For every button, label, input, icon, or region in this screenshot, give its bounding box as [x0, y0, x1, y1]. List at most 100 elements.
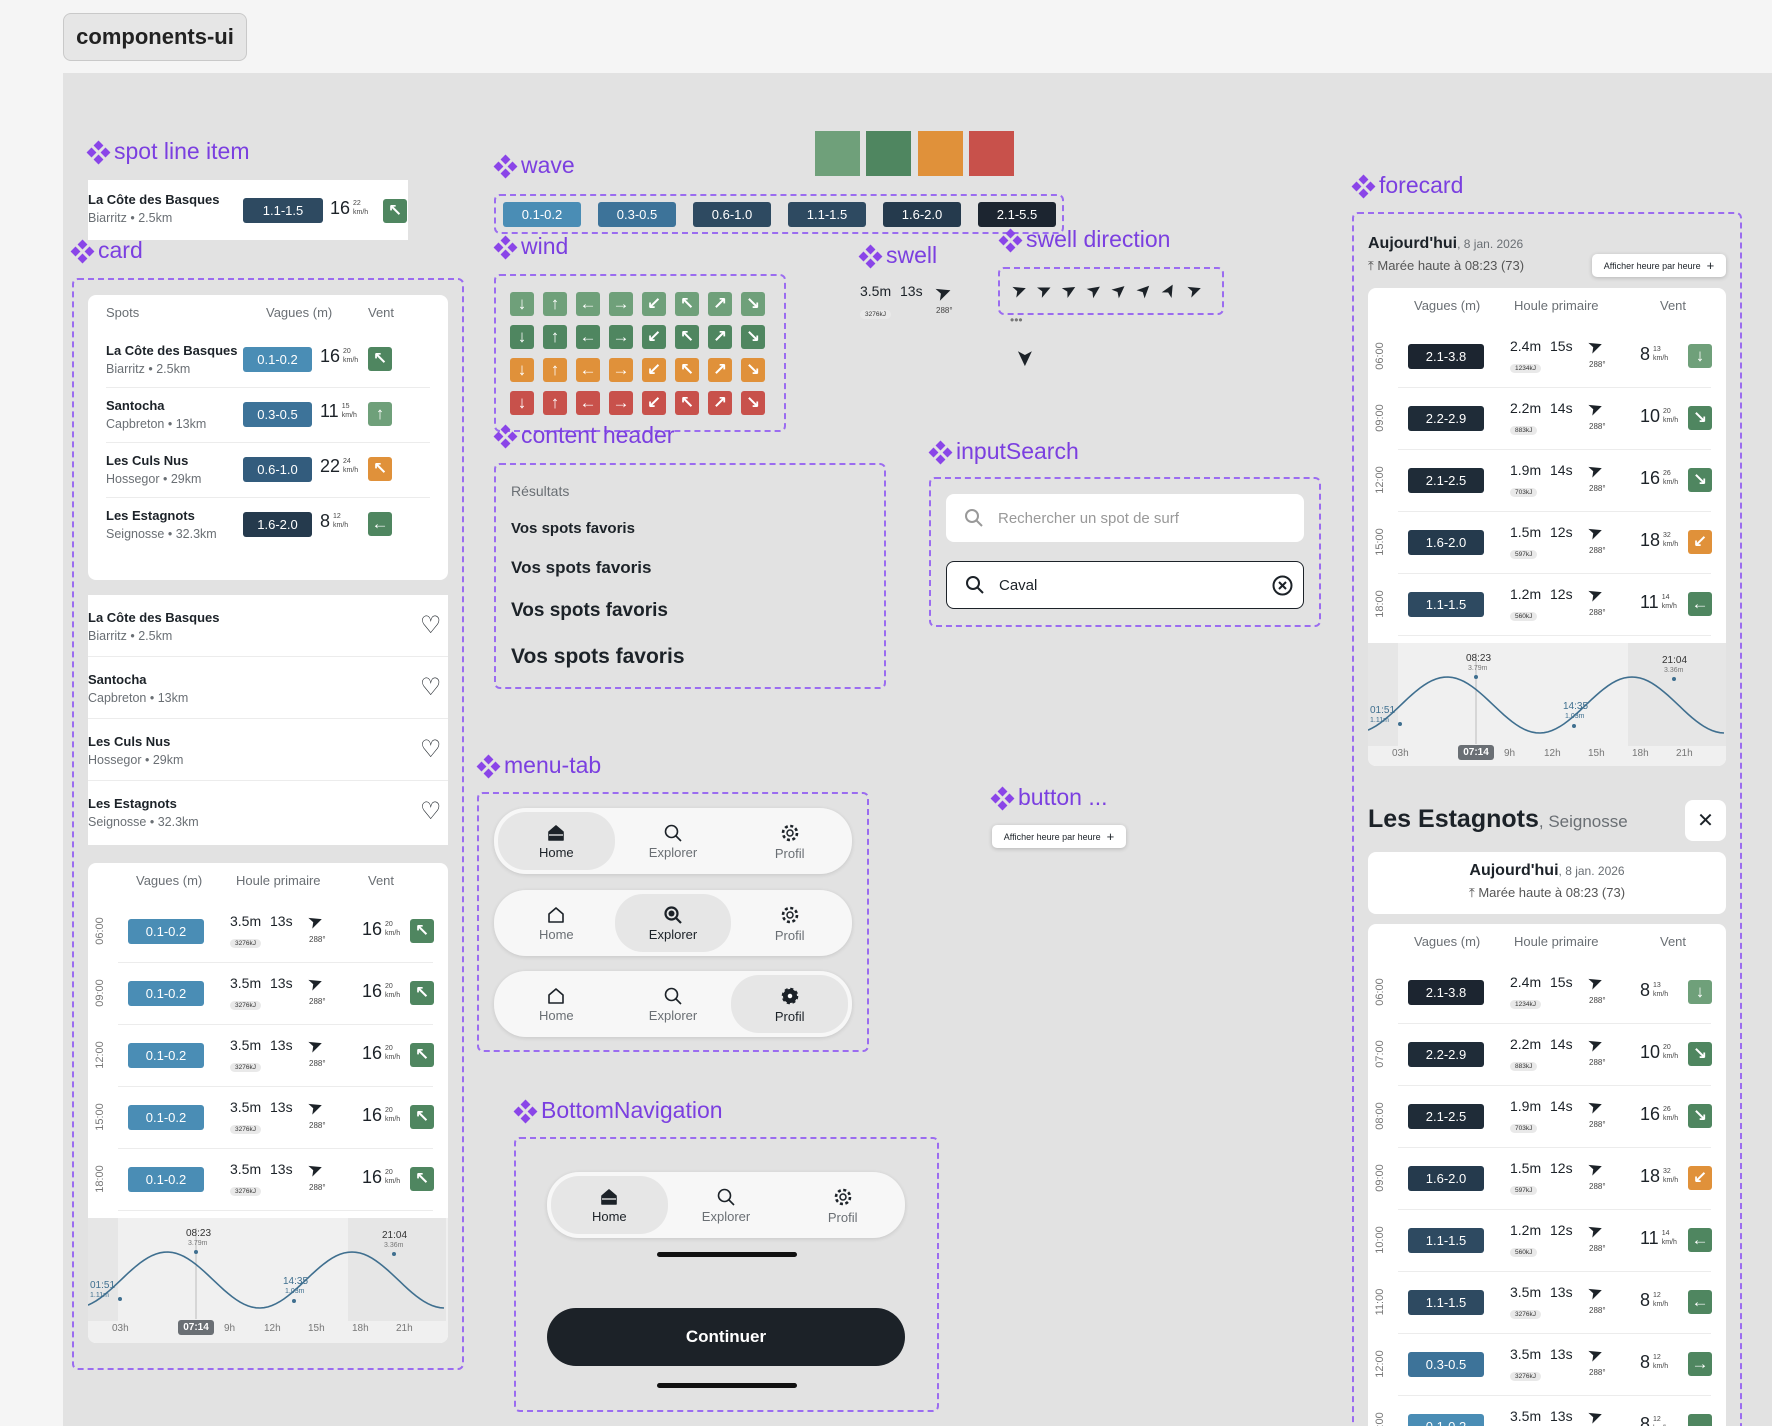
- tab-label: Home: [591, 1208, 627, 1224]
- wind-arrow-icon: ↓: [510, 292, 534, 316]
- swell-energy: 1234kJ: [1510, 364, 1541, 373]
- content-header-md: Vos spots favoris: [511, 558, 652, 577]
- wave-chip: 0.1-0.2: [128, 919, 204, 944]
- wind-speed: 10: [1640, 1042, 1661, 1062]
- component-icon: [493, 154, 518, 178]
- wind-value: 16 22 km/h: [330, 198, 368, 219]
- wind-direction-icon: ↓: [1688, 344, 1712, 368]
- tab-explorer[interactable]: Explorer: [615, 812, 732, 870]
- spot-row[interactable]: La Côte des Basques Biarritz • 2.5km 0.1-…: [106, 333, 430, 388]
- wind-unit: km/h: [1663, 1053, 1679, 1060]
- tab-home[interactable]: Home: [498, 975, 615, 1033]
- spot-row[interactable]: Les Estagnots Seignosse • 32.3km 1.6-2.0 …: [106, 498, 430, 553]
- tab-explorer[interactable]: Explorer: [615, 975, 732, 1033]
- swell-arrow-icon: ➤: [304, 1033, 326, 1058]
- favorite-row[interactable]: Santocha Capbreton • 13km ♡: [88, 657, 448, 719]
- spot-name: Santocha: [106, 398, 165, 413]
- wind-arrow-icon: →: [609, 391, 633, 415]
- wind-speed: 16: [362, 1043, 383, 1063]
- heart-icon[interactable]: ♡: [420, 673, 442, 702]
- spot-sub: Capbreton • 13km: [106, 417, 207, 431]
- swell-period: 13s: [900, 283, 923, 299]
- wind-arrow-icon: ↑: [543, 391, 567, 415]
- component-icon: [928, 440, 953, 464]
- tab-label: Home: [538, 844, 574, 860]
- forecast-card: Vagues (m) Houle primaire Vent 06:00 0.1…: [88, 863, 448, 1343]
- hourly-button[interactable]: Afficher heure par heure +: [1592, 254, 1726, 277]
- forecast-row: 06:00 2.1-3.8 2.4m 15s 1234kJ ➤ 288° 8 13 k…: [1368, 326, 1726, 388]
- wind-speed: 11: [1640, 1228, 1659, 1248]
- swell-arrow-icon: ➤: [1584, 1280, 1606, 1305]
- wind-direction-icon: ↙: [1688, 530, 1712, 554]
- swell-energy: 560kJ: [1510, 612, 1538, 621]
- tide-low-height: 1.03m: [1565, 713, 1585, 720]
- wind-unit: km/h: [343, 467, 359, 474]
- tab-label: Home: [538, 926, 574, 942]
- spot-sub: Biarritz • 2.5km: [106, 362, 191, 376]
- header-waves: Vagues (m): [1414, 298, 1481, 313]
- spot-sub: Hossegor • 29km: [88, 753, 184, 767]
- page-tab[interactable]: components-ui: [63, 13, 247, 61]
- swell-height: 1.9m: [1510, 1098, 1542, 1114]
- wind-gust: 20: [385, 921, 393, 928]
- swell-period: 15s: [1550, 974, 1573, 990]
- wind-arrow-icon: ↖: [675, 325, 699, 349]
- title-content-header: content header: [493, 422, 674, 449]
- tab-home[interactable]: Home: [551, 1176, 668, 1234]
- wind-direction-icon: ←: [368, 512, 392, 536]
- title-text: wave: [521, 152, 575, 178]
- spot-line-item[interactable]: La Côte des Basques Biarritz • 2.5km 1.1…: [88, 180, 408, 240]
- tab-profil[interactable]: Profil: [731, 812, 848, 870]
- spot-row[interactable]: Les Culs Nus Hossegor • 29km 0.6-1.0 22 24…: [106, 443, 430, 498]
- wave-chip-3: 1.1-1.5: [788, 202, 866, 227]
- heart-icon[interactable]: ♡: [420, 797, 442, 826]
- swell-arrow-icon: ➤: [1584, 582, 1606, 607]
- swell-energy: 597kJ: [1510, 1186, 1538, 1195]
- favorite-row[interactable]: Les Culs Nus Hossegor • 29km ♡: [88, 719, 448, 781]
- swell-period: 14s: [1550, 1098, 1573, 1114]
- favorite-row[interactable]: Les Estagnots Seignosse • 32.3km ♡: [88, 781, 448, 843]
- swell-degree: 288°: [309, 935, 326, 944]
- spot-name: Les Estagnots: [88, 796, 177, 811]
- tide-tick: 18h: [1632, 748, 1649, 759]
- search-input-filled[interactable]: Caval: [946, 561, 1304, 609]
- swell-degree: 288°: [1589, 996, 1606, 1005]
- title-spot-line-item: spot line item: [86, 138, 250, 165]
- tab-profil[interactable]: Profil: [731, 894, 848, 952]
- title-text: inputSearch: [956, 438, 1079, 464]
- forecast-row: 18:00 1.1-1.5 1.2m 12s 560kJ ➤ 288° 11 14 k…: [1368, 574, 1726, 636]
- wind-speed: 8: [320, 511, 331, 531]
- tab-home[interactable]: Home: [498, 812, 615, 870]
- tab-explorer[interactable]: Explorer: [614, 894, 732, 952]
- tab-explorer[interactable]: Explorer: [668, 1176, 785, 1234]
- search-input-empty[interactable]: Rechercher un spot de surf: [946, 494, 1304, 542]
- swell-energy: 597kJ: [1510, 550, 1538, 559]
- spot-distance: 2.5km: [138, 211, 173, 225]
- swell-value: 3.5m 13s 3276kJ: [230, 975, 293, 1012]
- tab-profil[interactable]: Profil: [784, 1176, 901, 1234]
- wind-gust: 20: [385, 1107, 393, 1114]
- continue-button[interactable]: Continuer: [547, 1308, 905, 1366]
- hourly-button[interactable]: Afficher heure par heure +: [992, 825, 1126, 848]
- menu-tab-bar: Home Explorer Profil: [494, 971, 852, 1037]
- spot-row[interactable]: Santocha Capbreton • 13km 0.3-0.5 11 15 km/…: [106, 388, 430, 443]
- heart-icon[interactable]: ♡: [420, 735, 442, 764]
- close-icon[interactable]: ✕: [1685, 800, 1726, 841]
- wind-gust: 26: [1663, 1106, 1671, 1113]
- wave-chip-4: 1.6-2.0: [883, 202, 961, 227]
- tab-profil[interactable]: Profil: [731, 975, 849, 1033]
- swell-arrow-icon: ➤: [1584, 1218, 1606, 1243]
- favorite-row[interactable]: La Côte des Basques Biarritz • 2.5km ♡: [88, 595, 448, 657]
- wave-chip: 2.1-3.8: [1408, 980, 1484, 1005]
- swell-value: 2.4m 15s 1234kJ: [1510, 338, 1573, 375]
- swell-period: 12s: [1550, 524, 1573, 540]
- heart-icon[interactable]: ♡: [420, 611, 442, 640]
- spot-city: Seignosse: [1548, 812, 1628, 831]
- forecast-row: 12:00 0.1-0.2 3.5m 13s 3276kJ ➤ 288° 16 20…: [88, 1025, 448, 1087]
- swell-arrow-icon: ➤: [1584, 1032, 1606, 1057]
- clear-icon[interactable]: [1272, 575, 1293, 596]
- wind-direction-icon: ↘: [1688, 406, 1712, 430]
- content-header-lg: Vos spots favoris: [511, 600, 668, 621]
- tab-home[interactable]: Home: [498, 894, 615, 952]
- swell-degree: 288°: [1589, 422, 1606, 431]
